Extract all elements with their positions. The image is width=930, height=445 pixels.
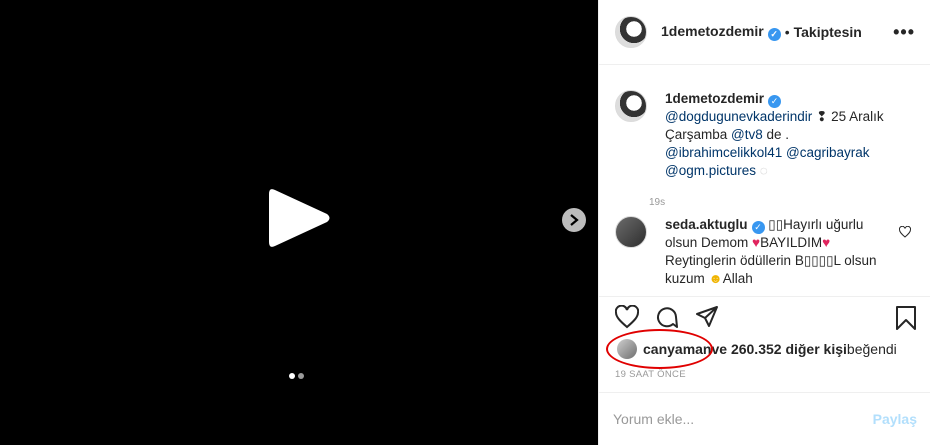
save-icon[interactable] <box>895 305 917 331</box>
like-comment-icon[interactable] <box>899 226 911 238</box>
post-button[interactable]: Paylaş <box>873 411 917 427</box>
avatar[interactable] <box>615 216 647 248</box>
likes-suffix: beğendi <box>846 341 897 357</box>
likes-line: canyaman ve 260.352 diğer kişi beğendi <box>617 339 897 359</box>
comments-section: 1demetozdemir ✓ @dogdugunevkaderindir ❢ 2… <box>599 66 930 296</box>
carousel-dot <box>298 373 304 379</box>
avatar[interactable] <box>615 90 647 122</box>
mention-link[interactable]: @ibrahimcelikkol41 <box>665 145 782 160</box>
more-options-icon[interactable]: ••• <box>893 22 915 43</box>
header-username[interactable]: 1demetozdemir ✓ <box>661 23 781 41</box>
next-arrow-button[interactable] <box>562 208 586 232</box>
chevron-right-icon <box>570 214 579 226</box>
username-text[interactable]: 1demetozdemir <box>661 23 764 39</box>
comment-text-part: BAYILDIM <box>760 235 823 250</box>
comment-item: seda.aktuglu ✓ ▯▯Hayırlı uğurlu olsun Dem… <box>615 216 915 286</box>
add-comment-bar: Paylaş <box>599 392 930 445</box>
comment-text-part: Reytinglerin ödüllerin B▯▯▯▯L olsun kuzu… <box>665 253 877 286</box>
caption-username[interactable]: 1demetozdemir <box>665 91 764 106</box>
comment-text-part: Allah <box>722 271 753 286</box>
play-icon[interactable] <box>269 186 331 250</box>
mention-link[interactable]: @cagribayrak <box>786 145 870 160</box>
heart-emoji: ♥ <box>752 235 761 250</box>
carousel-dots <box>289 373 304 379</box>
share-icon[interactable] <box>695 305 719 329</box>
follow-status[interactable]: Takiptesin <box>794 24 862 40</box>
comment-icon[interactable] <box>655 305 679 329</box>
verified-icon: ✓ <box>767 28 781 41</box>
avatar[interactable] <box>617 339 637 359</box>
comment-text: seda.aktuglu ✓ ▯▯Hayırlı uğurlu olsun Dem… <box>665 216 895 288</box>
carousel-dot <box>289 373 295 379</box>
heart-emoji: ♥ <box>822 235 831 250</box>
mention-link[interactable]: @ogm.pictures <box>665 163 756 178</box>
action-bar <box>599 296 930 336</box>
video-area[interactable] <box>0 0 598 445</box>
post-header: 1demetozdemir ✓ • Takiptesin ••• <box>599 0 930 65</box>
like-icon[interactable] <box>615 305 639 329</box>
emoji: ◌ <box>756 163 768 178</box>
separator-dot: • <box>784 24 790 40</box>
comment-input[interactable] <box>613 411 873 427</box>
verified-icon: ✓ <box>768 95 782 108</box>
caption-time[interactable]: 19s <box>649 197 665 208</box>
likes-count[interactable]: ve 260.352 diğer kişi <box>711 341 846 357</box>
avatar[interactable] <box>615 16 647 48</box>
post-panel: 1demetozdemir ✓ • Takiptesin ••• 1demetoz… <box>598 0 930 445</box>
comment-username[interactable]: seda.aktuglu <box>665 217 748 232</box>
caption-text-part: de . <box>762 127 790 142</box>
smile-emoji: ☻ <box>708 271 723 286</box>
verified-icon: ✓ <box>751 221 765 234</box>
liker-username[interactable]: canyaman <box>643 341 711 357</box>
post-time[interactable]: 19 SAAT ÖNCE <box>615 369 686 380</box>
mention-link[interactable]: @tv8 <box>731 127 763 142</box>
caption-text: 1demetozdemir ✓ @dogdugunevkaderindir ❢ 2… <box>665 90 915 180</box>
mention-link[interactable]: @dogdugunevkaderindir <box>665 109 812 124</box>
